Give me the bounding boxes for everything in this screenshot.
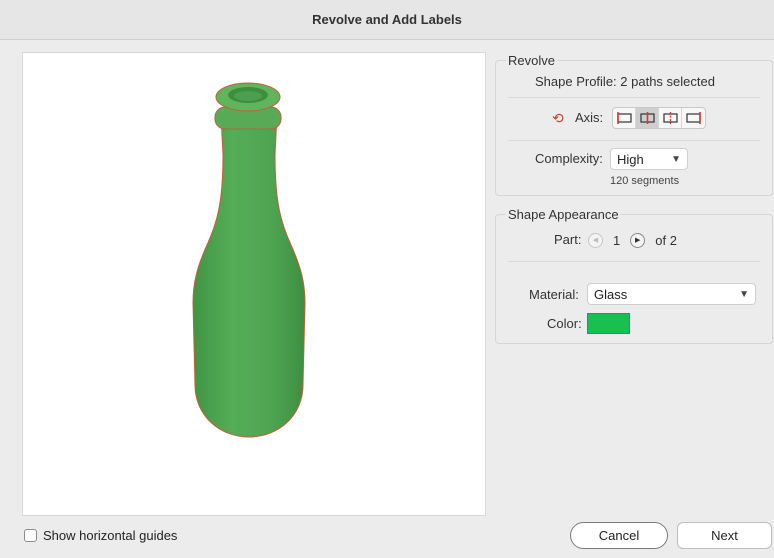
complexity-label: Complexity: <box>535 151 603 166</box>
complexity-select[interactable]: High ▼ <box>610 148 688 170</box>
bottle-mouth-inner <box>234 91 262 101</box>
bottle-preview <box>192 82 306 438</box>
bottle-body <box>192 114 306 438</box>
show-guides-checkbox[interactable] <box>24 529 37 542</box>
previous-part-icon[interactable]: ◀ <box>588 232 603 248</box>
show-guides-option[interactable]: Show horizontal guides <box>24 528 177 543</box>
shape-profile-text: Shape Profile: 2 paths selected <box>535 74 715 89</box>
axis-left-icon[interactable] <box>613 108 636 128</box>
appearance-divider <box>508 261 760 262</box>
axis-right-icon[interactable] <box>682 108 705 128</box>
3d-preview-canvas[interactable] <box>22 52 486 516</box>
color-label: Color: <box>547 316 582 331</box>
material-select[interactable]: Glass ▼ <box>587 283 756 305</box>
material-value: Glass <box>594 286 628 302</box>
revolve-divider-1 <box>508 97 760 98</box>
revolve-group-title: Revolve <box>506 53 557 68</box>
window-title-bar: Revolve and Add Labels <box>0 0 774 40</box>
next-button[interactable]: Next <box>677 522 772 549</box>
color-swatch[interactable] <box>587 313 630 334</box>
segments-note: 120 segments <box>610 175 680 187</box>
show-guides-label: Show horizontal guides <box>43 528 178 543</box>
part-current: 1 <box>613 232 621 248</box>
axis-center-dashed-icon[interactable] <box>659 108 682 128</box>
material-label: Material: <box>529 287 579 302</box>
axis-label: Axis: <box>575 110 604 125</box>
shape-appearance-title: Shape Appearance <box>506 207 621 222</box>
axis-center-icon[interactable] <box>636 108 659 128</box>
chevron-down-icon: ▼ <box>739 288 749 300</box>
axis-segmented-control[interactable] <box>612 107 706 129</box>
part-total: of 2 <box>655 232 677 248</box>
part-label: Part: <box>554 232 582 247</box>
revolve-divider-2 <box>508 140 760 141</box>
part-navigator: ◀ 1 ▶ of 2 <box>588 230 677 250</box>
chevron-down-icon: ▼ <box>671 153 681 165</box>
revolve-axis-icon: ⟲ <box>552 110 564 126</box>
cancel-button[interactable]: Cancel <box>570 522 668 549</box>
complexity-value: High <box>617 151 644 167</box>
window-title: Revolve and Add Labels <box>312 12 462 27</box>
next-part-icon[interactable]: ▶ <box>630 232 646 248</box>
